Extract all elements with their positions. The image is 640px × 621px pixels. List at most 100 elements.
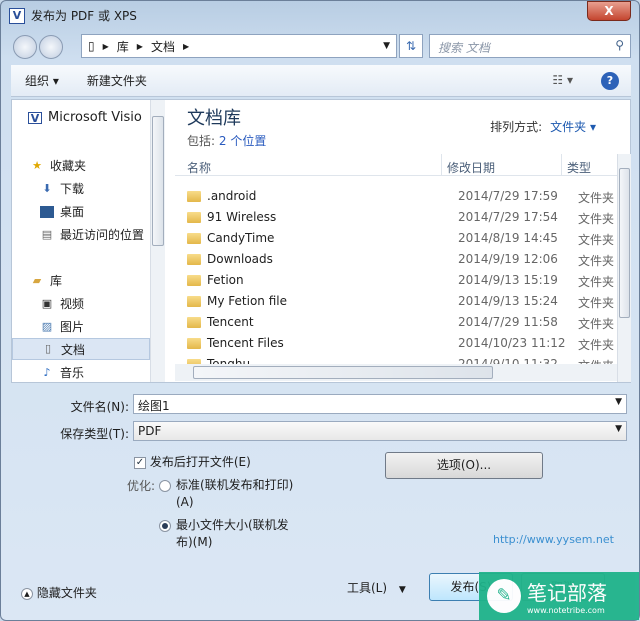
folder-icon [187,254,201,265]
file-row[interactable]: Tencent Files 2014/10/23 11:12 文件夹 [187,333,617,354]
folder-icon [187,296,201,307]
nav-item-downloads[interactable]: ⬇ 下载 [40,180,84,197]
locations-link[interactable]: 2 个位置 [219,134,266,148]
nav-item-favorites[interactable]: ★ 收藏夹 [30,157,86,174]
nav-item-videos[interactable]: ▣ 视频 [40,295,84,312]
navigation-pane: V Microsoft Visio ★ 收藏夹 ⬇ 下载 桌面 ▤ 最近访问的位置 ▰ 库… [12,100,164,382]
watermark-url: http://www.yysem.net [493,533,614,546]
new-folder-button[interactable]: 新建文件夹 [73,72,161,89]
picture-icon: ▨ [41,319,53,333]
nav-item-recent[interactable]: ▤ 最近访问的位置 [40,226,144,243]
file-row[interactable]: Fetion 2014/9/13 15:19 文件夹 [187,270,617,291]
file-date: 2014/8/19 14:45 [458,231,558,245]
refresh-button[interactable]: ⇅ [399,34,423,58]
radio-selected-icon[interactable] [159,520,171,532]
file-type: 文件夹 [578,191,615,205]
nav-item-libraries[interactable]: ▰ 库 [30,272,62,289]
back-button[interactable] [13,35,37,59]
search-input[interactable]: 搜索 文档 ⚲ [429,34,631,58]
opt-min-radio[interactable]: 最小文件大小(联机发布)(M) [159,517,299,551]
optimize-label: 优化: [127,479,156,493]
file-type: 文件夹 [578,233,615,247]
chevron-down-icon: ▼ [615,424,622,434]
file-row[interactable]: 91 Wireless 2014/7/29 17:54 文件夹 [187,207,617,228]
save-type-value: PDF [138,424,162,438]
chevron-down-icon: ▼ [398,585,406,595]
file-type: 文件夹 [578,212,615,226]
breadcrumb-library[interactable]: 库 [117,38,129,55]
file-name: Tencent Files [207,336,284,350]
save-type-select[interactable]: PDF ▼ [133,421,627,441]
folder-icon [187,275,201,286]
chevron-right-icon: ▶ [136,41,143,51]
nav-label: 视频 [60,297,85,311]
checkbox-icon[interactable]: ✓ [134,456,146,469]
file-scrollbar[interactable] [617,154,631,382]
column-header: 名称 修改日期 类型 [175,154,617,176]
tools-label: 工具(L) [347,581,388,595]
file-date: 2014/7/29 11:58 [458,315,558,329]
file-row[interactable]: CandyTime 2014/8/19 14:45 文件夹 [187,228,617,249]
star-icon: ★ [32,158,42,172]
file-type: 文件夹 [578,254,615,268]
dialog-window: V 发布为 PDF 或 XPS X ▯ ▶ 库 ▶ 文档 ▶ ▼ ⇅ 搜索 文档… [0,0,640,621]
document-icon: ▯ [88,39,95,53]
nav-scrollbar[interactable] [150,100,165,382]
file-date: 2014/9/13 15:24 [458,294,558,308]
nav-label: 库 [50,274,63,288]
file-date: 2014/10/23 11:12 [458,336,566,350]
nav-item-desktop[interactable]: 桌面 [40,203,84,220]
library-header: 文档库 包括: 2 个位置 [187,104,266,149]
opt-min-label: 最小文件大小(联机发布)(M) [176,518,289,549]
includes-label: 包括: [187,134,216,148]
file-name: Tencent [207,315,254,329]
open-after-checkbox[interactable]: ✓ 发布后打开文件(E) [134,453,251,470]
chevron-down-icon[interactable]: ▼ [383,41,390,51]
hide-folders-label: 隐藏文件夹 [36,586,97,600]
watermark-site: www.notetribe.com [527,606,605,615]
save-type-label: 保存类型(T): [60,427,129,441]
chevron-right-icon: ▶ [102,41,109,51]
nav-item-documents[interactable]: ▯ 文档 [12,338,150,360]
nav-scroll-thumb[interactable] [152,116,164,246]
forward-button[interactable] [39,35,63,59]
organize-button[interactable]: 组织 ▾ [11,72,73,89]
visio-app-icon: V [9,7,25,24]
filename-input[interactable]: 绘图1 ▼ [133,394,627,414]
tools-dropdown[interactable]: 工具(L) ▼ [347,579,406,596]
watermark-logo: ✎ 笔记部落 www.notetribe.com [479,572,639,620]
arrange-by: 排列方式: 文件夹 ▾ [490,118,596,135]
column-name[interactable]: 名称 [187,159,211,176]
chevron-right-icon: ▶ [182,41,190,51]
file-row[interactable]: Tencent 2014/7/29 11:58 文件夹 [187,312,617,333]
close-button[interactable]: X [587,1,631,21]
options-button[interactable]: 选项(O)... [385,452,543,479]
radio-icon[interactable] [159,480,171,492]
breadcrumb-documents[interactable]: 文档 [151,38,175,55]
nav-item-visio[interactable]: V Microsoft Visio [28,110,142,125]
view-options-icon[interactable]: ☷ ▾ [552,73,573,87]
file-date: 2014/9/19 12:06 [458,252,558,266]
nav-item-music[interactable]: ♪ 音乐 [40,364,84,381]
folder-icon [187,212,201,223]
file-scroll-thumb[interactable] [619,168,630,318]
file-row[interactable]: .android 2014/7/29 17:59 文件夹 [187,186,617,207]
address-bar[interactable]: ▯ ▶ 库 ▶ 文档 ▶ ▼ [81,34,397,58]
file-row[interactable]: My Fetion file 2014/9/13 15:24 文件夹 [187,291,617,312]
library-title: 文档库 [187,108,241,129]
column-type[interactable]: 类型 [567,159,591,176]
file-date: 2014/7/29 17:59 [458,189,558,203]
nav-label: 音乐 [60,366,85,380]
arrange-label: 排列方式: [490,120,543,134]
arrange-dropdown[interactable]: 文件夹 ▾ [550,120,596,134]
help-icon[interactable]: ? [601,72,619,90]
opt-standard-radio[interactable]: 标准(联机发布和打印)(A) [159,477,299,511]
column-date[interactable]: 修改日期 [447,159,495,176]
file-row[interactable]: Downloads 2014/9/19 12:06 文件夹 [187,249,617,270]
hide-folders-button[interactable]: ▲ 隐藏文件夹 [21,584,97,601]
nav-item-pictures[interactable]: ▨ 图片 [40,318,84,335]
pencil-icon: ✎ [487,579,521,613]
horizontal-scrollbar[interactable] [175,364,617,381]
h-scroll-thumb[interactable] [193,366,493,379]
chevron-down-icon[interactable]: ▼ [615,397,622,407]
